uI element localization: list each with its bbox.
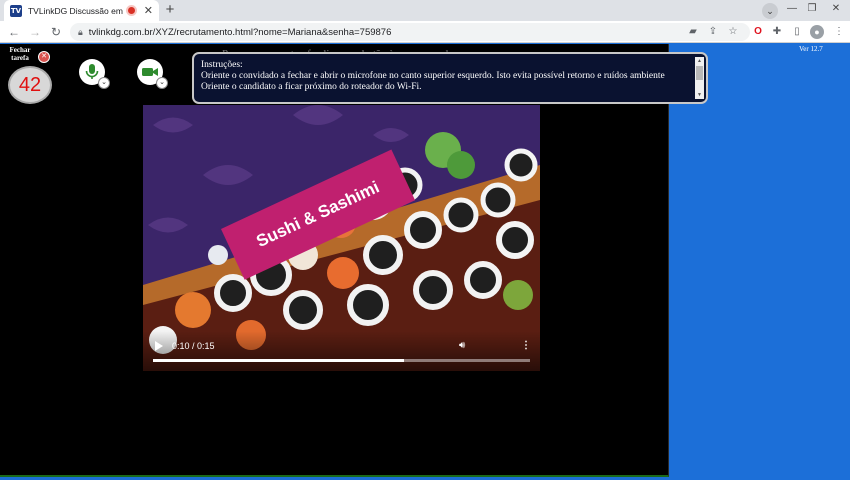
close-task-label[interactable]: Fechar tarefa: [4, 46, 36, 62]
scroll-down-icon[interactable]: ▼: [695, 91, 704, 99]
browser-tab-bar: TV TVLinkDG Discussão em Grupo ✕ + ⌄ — ❐…: [0, 0, 850, 21]
reload-icon[interactable]: ↻: [48, 24, 64, 40]
video-progress-fill: [153, 359, 405, 362]
forward-arrow-icon[interactable]: →: [27, 24, 43, 40]
minimize-button[interactable]: —: [784, 2, 800, 16]
instruction-line: Oriente o convidado a fechar e abrir o m…: [201, 71, 665, 81]
app-area: Ver 12.7 Fechar tarefa ✕ 42 ⌄ ⌄ Para enc…: [0, 44, 850, 480]
volume-icon[interactable]: 🔊︎: [459, 340, 465, 351]
recording-indicator-icon: [127, 7, 135, 14]
camera-blocked-icon[interactable]: ▰: [686, 25, 700, 39]
video-player[interactable]: Sushi & Sashimi 0:10 / 0:15 🔊︎ ⋮: [143, 105, 540, 371]
video-controls: 0:10 / 0:15 🔊︎ ⋮: [143, 331, 540, 371]
tab-close-icon[interactable]: ✕: [144, 4, 153, 17]
browser-menu-icon[interactable]: ⋮: [832, 25, 846, 39]
side-panel-icon[interactable]: ▯: [790, 25, 804, 39]
tab-title: TVLinkDG Discussão em Grupo: [27, 5, 124, 16]
microphone-toggle-button[interactable]: ⌄: [79, 59, 110, 89]
opera-extension-icon[interactable]: O: [751, 25, 765, 39]
profile-avatar-icon[interactable]: ●: [810, 25, 824, 39]
tvlink-favicon-icon: TV: [10, 4, 22, 17]
url-text[interactable]: tvlinkdg.com.br/XYZ/recrutamento.html?no…: [89, 27, 392, 38]
play-icon[interactable]: [154, 341, 164, 351]
window-close-button[interactable]: ✕: [828, 2, 844, 16]
address-bar[interactable]: 🔒︎ tvlinkdg.com.br/XYZ/recrutamento.html…: [70, 23, 750, 41]
video-time: 0:10 / 0:15: [172, 341, 215, 351]
version-label: Ver 12.7: [799, 45, 823, 53]
camera-toggle-button[interactable]: ⌄: [137, 59, 168, 89]
share-icon[interactable]: ⇪: [706, 25, 720, 39]
countdown-timer: 42: [8, 66, 52, 104]
video-stage: Fechar tarefa ✕ 42 ⌄ ⌄ Para encerrar a t…: [0, 44, 708, 477]
more-options-icon[interactable]: ⋮: [521, 340, 531, 351]
browser-tab[interactable]: TV TVLinkDG Discussão em Grupo ✕: [4, 0, 159, 21]
video-progress-bar[interactable]: [153, 359, 530, 362]
instructions-title: Instruções:: [201, 60, 243, 70]
scroll-up-icon[interactable]: ▲: [695, 57, 704, 65]
mic-options-chevron-icon[interactable]: ⌄: [98, 77, 110, 89]
extensions-puzzle-icon[interactable]: ✚: [770, 25, 784, 39]
close-task-icon[interactable]: ✕: [38, 51, 50, 63]
instructions-scrollbar[interactable]: ▲ ▼: [695, 57, 704, 99]
bookmark-star-icon[interactable]: ☆: [726, 25, 740, 39]
lock-icon[interactable]: 🔒︎: [78, 27, 83, 38]
instruction-line: Oriente o candidato a ficar próximo do r…: [201, 82, 422, 92]
browser-toolbar: ← → ↻ 🔒︎ tvlinkdg.com.br/XYZ/recrutament…: [0, 21, 850, 43]
instructions-panel[interactable]: Instruções: Oriente o convidado a fechar…: [192, 52, 708, 104]
tab-search-chevron-icon[interactable]: ⌄: [762, 3, 778, 19]
camera-options-chevron-icon[interactable]: ⌄: [156, 77, 168, 89]
back-arrow-icon[interactable]: ←: [6, 24, 22, 40]
new-tab-button[interactable]: +: [162, 2, 178, 18]
scroll-thumb[interactable]: [696, 66, 703, 80]
restore-button[interactable]: ❐: [804, 2, 820, 16]
